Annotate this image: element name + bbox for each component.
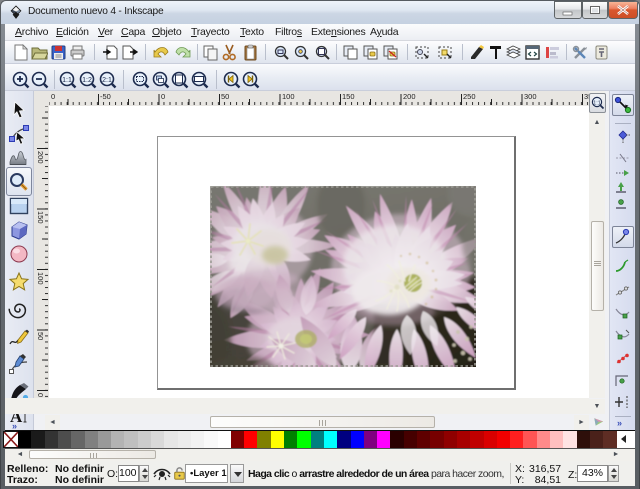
svg-text:50: 50 <box>221 92 229 101</box>
svg-text:2:1: 2:1 <box>102 77 112 84</box>
svg-text:1:1: 1:1 <box>593 100 601 106</box>
svg-text:50: 50 <box>36 332 45 340</box>
svg-text:100: 100 <box>282 92 295 101</box>
svg-text:200: 200 <box>403 92 416 101</box>
svg-text:150: 150 <box>36 211 45 224</box>
svg-text:1:2: 1:2 <box>82 77 92 84</box>
svg-text:250: 250 <box>463 92 476 101</box>
svg-text:0: 0 <box>161 92 165 101</box>
svg-text:100: 100 <box>36 272 45 285</box>
svg-text:-50: -50 <box>100 92 111 101</box>
svg-text:300: 300 <box>524 92 537 101</box>
svg-text:200: 200 <box>36 151 45 164</box>
svg-text:150: 150 <box>342 92 355 101</box>
svg-text:0: 0 <box>51 92 55 101</box>
svg-text:0: 0 <box>36 393 45 397</box>
svg-text:1:1: 1:1 <box>62 77 72 84</box>
